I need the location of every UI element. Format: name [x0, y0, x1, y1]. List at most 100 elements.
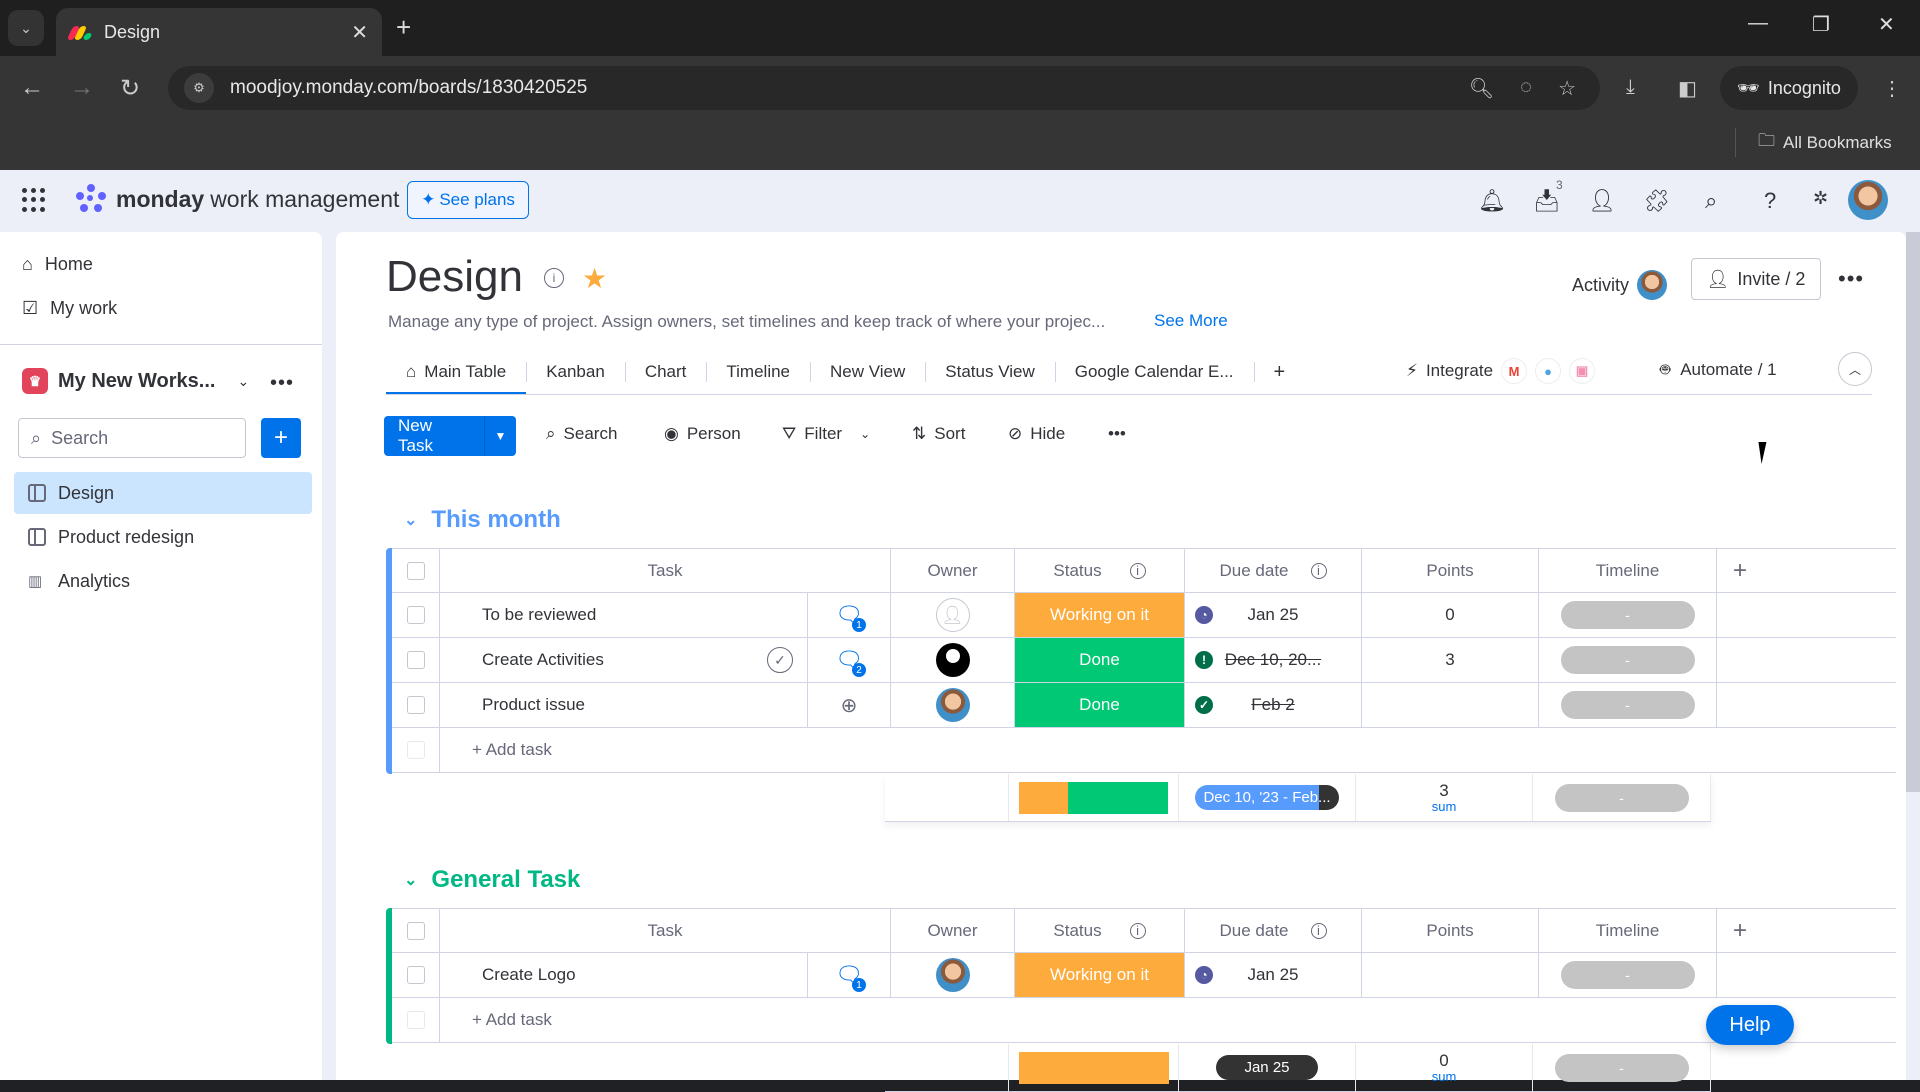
add-task-input[interactable]: + Add task: [440, 728, 1896, 772]
add-view-button[interactable]: +: [1253, 350, 1306, 394]
owner-cell[interactable]: 👤︎: [891, 593, 1015, 637]
task-name-cell[interactable]: Create Activities ✓: [440, 638, 808, 682]
select-all-checkbox[interactable]: [406, 921, 425, 940]
column-header-task[interactable]: Task: [440, 909, 891, 952]
owner-cell[interactable]: [891, 953, 1015, 997]
due-date-cell[interactable]: ◔ Jan 25: [1185, 593, 1362, 637]
forward-icon[interactable]: →: [70, 74, 94, 102]
due-date-cell[interactable]: ◔ Jan 25: [1185, 953, 1362, 997]
board-title[interactable]: Design: [386, 252, 523, 302]
column-header-owner[interactable]: Owner: [891, 549, 1015, 592]
summary-due-cell[interactable]: Dec 10, '23 - Feb...: [1179, 774, 1356, 821]
group-title[interactable]: This month: [431, 506, 560, 534]
tab-chart[interactable]: Chart: [624, 350, 707, 394]
restore-icon[interactable]: ❐: [1812, 12, 1830, 37]
status-cell[interactable]: Working on it: [1015, 593, 1185, 637]
more-actions-icon[interactable]: •••: [1108, 424, 1126, 444]
timeline-cell[interactable]: -: [1539, 593, 1717, 637]
updates-cell[interactable]: 🗨︎ 1: [808, 953, 891, 997]
url-text[interactable]: moodjoy.monday.com/boards/1830420525: [230, 77, 587, 99]
updates-cell[interactable]: 🗨︎ 1: [808, 593, 891, 637]
group-header-this-month[interactable]: ⌄ This month: [404, 506, 561, 534]
invite-button[interactable]: 👤︎ Invite / 2: [1691, 258, 1821, 300]
add-board-button[interactable]: +: [261, 418, 301, 458]
sidebar-item-home[interactable]: ⌂ Home: [22, 254, 93, 275]
tab-search-button[interactable]: ⌄: [8, 10, 44, 46]
sidebar-board-design[interactable]: Design: [14, 472, 312, 514]
search-everything-icon[interactable]: ⌕: [1705, 188, 1717, 214]
group-title[interactable]: General Task: [431, 866, 580, 894]
row-checkbox[interactable]: [406, 606, 425, 624]
points-cell[interactable]: [1362, 683, 1539, 727]
info-icon[interactable]: i: [1310, 922, 1327, 939]
task-name-cell[interactable]: Product issue: [440, 683, 808, 727]
help-button[interactable]: Help: [1706, 1005, 1794, 1045]
due-date-cell[interactable]: ✓ Feb 2: [1185, 683, 1362, 727]
add-column-button[interactable]: +: [1717, 549, 1896, 592]
address-bar[interactable]: ⚙ moodjoy.monday.com/boards/1830420525 🔍…: [168, 66, 1600, 110]
sidebar-item-my-work[interactable]: ☑ My work: [22, 298, 117, 319]
zoom-out-icon[interactable]: 🔍︎: [1469, 76, 1494, 101]
column-header-owner[interactable]: Owner: [891, 909, 1015, 952]
favorite-star-icon[interactable]: ★: [582, 262, 607, 295]
due-date-cell[interactable]: ! Dec 10, 20...: [1185, 638, 1362, 682]
chevron-down-icon[interactable]: ⌄: [860, 427, 870, 441]
updates-cell[interactable]: 🗨︎ 2: [808, 638, 891, 682]
column-header-timeline[interactable]: Timeline: [1539, 549, 1717, 592]
points-cell[interactable]: [1362, 953, 1539, 997]
status-cell[interactable]: Done: [1015, 683, 1185, 727]
activity-button[interactable]: Activity: [1572, 270, 1668, 300]
owner-cell[interactable]: [891, 638, 1015, 682]
brand-logo[interactable]: monday work management: [70, 184, 399, 214]
group-header-general-task[interactable]: ⌄ General Task: [404, 866, 580, 894]
column-header-due-date[interactable]: Due date i: [1185, 549, 1362, 592]
tracking-off-icon[interactable]: ◌: [1520, 76, 1532, 101]
close-tab-icon[interactable]: ✕: [351, 20, 368, 45]
info-icon[interactable]: i: [1129, 562, 1146, 579]
sort-button[interactable]: ⇅ Sort: [912, 424, 965, 444]
ai-assistant-icon[interactable]: ✲: [1813, 188, 1828, 209]
apps-marketplace-icon[interactable]: 🧩︎: [1643, 188, 1671, 214]
info-icon[interactable]: i: [544, 268, 564, 288]
new-tab-button[interactable]: +: [396, 12, 411, 43]
incognito-button[interactable]: 🕶︎ Incognito: [1720, 66, 1858, 110]
new-task-button[interactable]: New Task ▼: [384, 416, 516, 456]
add-task-input[interactable]: + Add task: [440, 998, 1896, 1042]
see-plans-button[interactable]: ✦ See plans: [407, 181, 529, 219]
chevron-down-icon[interactable]: ⌄: [404, 870, 417, 890]
column-header-points[interactable]: Points: [1362, 549, 1539, 592]
person-filter-button[interactable]: ◉ Person: [664, 424, 741, 444]
timeline-cell[interactable]: -: [1539, 638, 1717, 682]
integrate-button[interactable]: ⚡︎ Integrate M ● ▣: [1406, 358, 1596, 384]
notifications-bell-icon[interactable]: 🔔︎: [1478, 188, 1506, 214]
status-cell[interactable]: Done: [1015, 638, 1185, 682]
all-bookmarks-button[interactable]: 🗀 All Bookmarks: [1735, 128, 1892, 157]
apps-grid-icon[interactable]: [22, 188, 46, 212]
row-checkbox[interactable]: [406, 696, 425, 714]
column-header-status[interactable]: Status i: [1015, 549, 1185, 592]
search-button[interactable]: ⌕ Search: [546, 424, 617, 444]
timeline-cell[interactable]: -: [1539, 953, 1717, 997]
add-column-button[interactable]: +: [1717, 909, 1896, 952]
invite-members-icon[interactable]: 👤︎: [1588, 188, 1616, 214]
column-header-status[interactable]: Status i: [1015, 909, 1185, 952]
side-panel-icon[interactable]: ◧: [1678, 76, 1697, 101]
row-checkbox[interactable]: [406, 651, 425, 669]
see-more-link[interactable]: See More: [1154, 311, 1228, 331]
workspace-more-icon[interactable]: •••: [270, 372, 294, 395]
tab-new-view[interactable]: New View: [810, 350, 925, 394]
vertical-scrollbar[interactable]: [1906, 232, 1920, 792]
summary-status-cell[interactable]: [1009, 1044, 1179, 1091]
points-cell[interactable]: 3: [1362, 638, 1539, 682]
summary-due-cell[interactable]: Jan 25: [1179, 1044, 1356, 1091]
status-cell[interactable]: Working on it: [1015, 953, 1185, 997]
column-header-due-date[interactable]: Due date i: [1185, 909, 1362, 952]
row-checkbox[interactable]: [406, 966, 425, 984]
sidebar-board-analytics[interactable]: ▥ Analytics: [14, 560, 312, 602]
sidebar-search-input[interactable]: ⌕ Search: [18, 418, 246, 458]
automate-button[interactable]: 🤖︎ Automate / 1: [1660, 358, 1777, 382]
filter-button[interactable]: ⛛ Filter ⌄: [782, 424, 870, 444]
workspace-selector[interactable]: ♛ My New Works... ⌄: [22, 368, 249, 394]
owner-cell[interactable]: [891, 683, 1015, 727]
minimize-icon[interactable]: —: [1748, 12, 1768, 35]
